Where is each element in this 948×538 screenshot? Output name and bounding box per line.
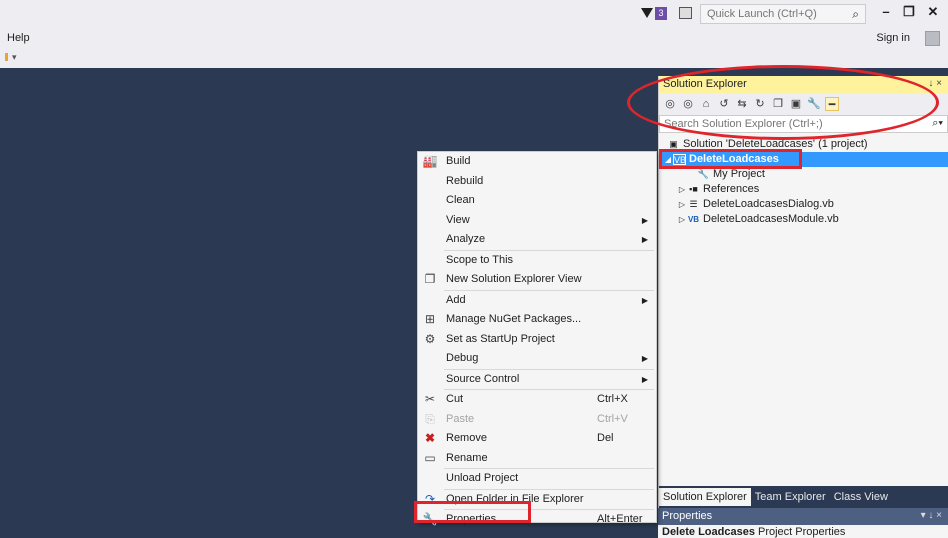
minimize-button[interactable]: – (877, 4, 895, 22)
vb-file-icon: VB (687, 214, 700, 224)
tab-team-explorer[interactable]: Team Explorer (751, 488, 830, 506)
tab-class-view[interactable]: Class View (830, 488, 892, 506)
tree-item-dialog-file[interactable]: ▷ ☰ DeleteLoadcasesDialog.vb (659, 197, 948, 212)
paste-icon: ⎘ (425, 411, 435, 426)
delete-icon: ✖ (424, 431, 436, 445)
submenu-arrow-icon: ▶ (641, 374, 648, 384)
submenu-arrow-icon: ▶ (641, 235, 648, 244)
menu-item-view[interactable]: View ▶ (418, 211, 656, 231)
menu-item-paste[interactable]: ⎘ Paste Ctrl+V (418, 410, 656, 430)
collapse-arrow-icon[interactable]: ▷ (677, 212, 687, 227)
tab-solution-explorer[interactable]: Solution Explorer (659, 488, 751, 506)
context-menu: 🏭 Build Rebuild Clean View ▶ Analyze ▶ Scop… (417, 151, 657, 526)
solution-explorer-panel: Solution Explorer ↓ × ◎ ◎ ⌂ ↺ ⇆ ↻ ❐ ▣ 🔧 … (658, 76, 948, 508)
form-file-icon: ☰ (689, 198, 698, 209)
collapse-arrow-icon[interactable]: ▷ (677, 197, 687, 212)
tree-item-module-file[interactable]: ▷ VB DeleteLoadcasesModule.vb (659, 212, 948, 227)
search-icon[interactable]: ⌕ (852, 7, 859, 22)
highlight-box-properties (414, 501, 531, 523)
panel-title-buttons[interactable]: ↓ × (928, 78, 942, 89)
close-button[interactable]: ✕ (924, 4, 942, 22)
feedback-icon[interactable] (679, 7, 692, 19)
properties-title-bar[interactable]: Properties ▾ ↓ × (658, 508, 948, 525)
title-bar: 3 ⌕ – ❐ ✕ (0, 0, 948, 28)
menu-item-new-solution-explorer-view[interactable]: ❐ New Solution Explorer View (418, 270, 656, 290)
properties-title: Properties (662, 510, 713, 522)
submenu-arrow-icon: ▶ (641, 215, 648, 225)
scissors-icon: ✂ (424, 392, 436, 406)
menu-item-unload-project[interactable]: Unload Project (418, 469, 656, 489)
solution-tree: ▣ Solution 'DeleteLoadcases' (1 project) … (659, 133, 948, 227)
collapse-arrow-icon[interactable]: ▷ (677, 182, 687, 197)
menu-item-rebuild[interactable]: Rebuild (418, 172, 656, 192)
properties-object-type: Project Properties (758, 526, 846, 538)
properties-panel: Properties ▾ ↓ × Delete Loadcases Projec… (658, 508, 948, 538)
toolbar-grip[interactable] (5, 53, 8, 61)
wrench-icon: 🔧 (697, 168, 710, 179)
menu-item-set-startup[interactable]: ⚙ Set as StartUp Project (418, 330, 656, 350)
menu-bar: Help Sign in (0, 28, 948, 50)
submenu-arrow-icon: ▶ (641, 354, 648, 363)
menu-item-clean[interactable]: Clean (418, 191, 656, 211)
menu-item-add[interactable]: Add ▶ (418, 291, 656, 311)
account-icon[interactable] (925, 31, 940, 46)
menu-item-source-control[interactable]: Source Control ▶ (418, 370, 656, 390)
highlight-ellipse (627, 65, 939, 140)
menu-item-debug[interactable]: Debug ▶ (418, 349, 656, 369)
shortcut-label: Ctrl+X (597, 393, 628, 405)
panel-title-buttons[interactable]: ▾ ↓ × (921, 510, 942, 521)
search-icon[interactable]: ⌕▾ (932, 117, 943, 130)
quick-launch-input[interactable] (701, 5, 841, 23)
quick-launch-box[interactable]: ⌕ (700, 4, 866, 24)
menu-item-rename[interactable]: ▭ Rename (418, 449, 656, 469)
menu-item-cut[interactable]: ✂ Cut Ctrl+X (418, 390, 656, 410)
highlight-box-project (659, 149, 802, 169)
menu-item-scope-to-this[interactable]: Scope to This (418, 251, 656, 271)
properties-object-name: Delete Loadcases (662, 526, 755, 538)
submenu-arrow-icon: ▶ (641, 295, 648, 305)
menu-item-build[interactable]: 🏭 Build (418, 152, 656, 172)
nuget-icon: ⊞ (424, 312, 436, 326)
menu-item-remove[interactable]: ✖ Remove Del (418, 429, 656, 449)
menu-item-analyze[interactable]: Analyze ▶ (418, 230, 656, 250)
shortcut-label: Alt+Enter (597, 513, 643, 525)
menu-help[interactable]: Help (7, 32, 30, 44)
sign-in-link[interactable]: Sign in (876, 32, 910, 44)
references-icon: ▪■ (689, 183, 698, 194)
toolbar-overflow-icon[interactable]: ▾ (12, 52, 17, 63)
properties-object-selector[interactable]: Delete Loadcases Project Properties (658, 525, 948, 538)
new-view-icon: ❐ (424, 272, 436, 286)
rename-icon: ▭ (424, 450, 436, 465)
shortcut-label: Ctrl+V (597, 412, 628, 425)
gear-icon: ⚙ (424, 331, 436, 346)
notification-filter-icon[interactable] (641, 8, 653, 18)
solution-explorer-tabs: Solution Explorer Team Explorer Class Vi… (659, 486, 948, 508)
tree-item-my-project[interactable]: 🔧 My Project (659, 167, 948, 182)
menu-item-manage-nuget[interactable]: ⊞ Manage NuGet Packages... (418, 310, 656, 330)
notification-badge[interactable]: 3 (655, 7, 667, 20)
shortcut-label: Del (597, 432, 614, 444)
tree-item-references[interactable]: ▷ ▪■ References (659, 182, 948, 197)
restore-button[interactable]: ❐ (900, 4, 918, 22)
build-icon: 🏭 (422, 154, 438, 168)
solution-icon: ▣ (669, 138, 678, 149)
